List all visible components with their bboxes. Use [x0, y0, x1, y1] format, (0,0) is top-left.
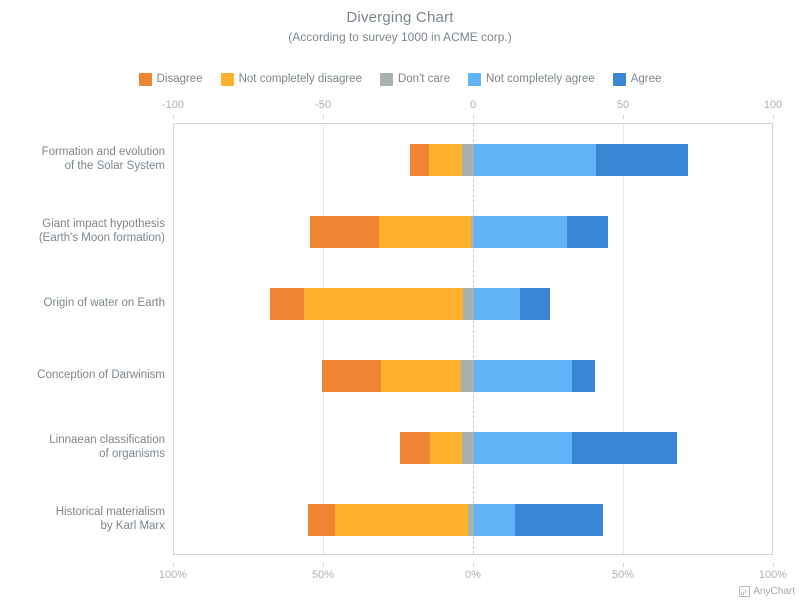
top-axis-tick-label-2: 0: [469, 99, 477, 111]
top-axis-tick-label-1: -50: [315, 99, 331, 111]
chart-legend: Disagree Not completely disagree Don't car…: [0, 73, 800, 86]
top-axis-tick-label-4: 100: [763, 99, 783, 111]
bar-segment[interactable]: [474, 360, 573, 392]
legend-item-label: Not completely disagree: [238, 73, 362, 85]
bottom-axis-tick-mark-3: [623, 563, 624, 567]
legend-swatch-icon: [379, 73, 393, 86]
bar-segment[interactable]: [270, 288, 304, 320]
legend-item-2[interactable]: Don't care: [379, 73, 451, 86]
category-label-line: of the Solar System: [64, 160, 165, 172]
axis-top: -100 -50 0 50 100: [0, 99, 800, 119]
bar-segment[interactable]: [567, 216, 609, 248]
category-label-line: Historical materialism: [55, 506, 165, 518]
legend-swatch-icon: [138, 73, 152, 86]
bar-row-5: [174, 504, 772, 536]
legend-swatch-icon: [468, 73, 482, 86]
bottom-axis-tick-label-1: 50%: [311, 569, 335, 581]
zero-gridline: [473, 124, 475, 554]
category-label-4: Linnaean classification of organisms: [5, 433, 165, 461]
category-label-3: Conception of Darwinism: [5, 368, 165, 382]
bar-segment[interactable]: [515, 504, 603, 536]
category-label-line: Giant impact hypothesis: [42, 218, 165, 230]
bar-chart-icon: [739, 586, 751, 597]
bar-segment[interactable]: [596, 144, 689, 176]
bottom-axis-tick-mark-0: [173, 563, 174, 567]
legend-item-3[interactable]: Not completely agree: [468, 73, 595, 86]
bar-segment[interactable]: [474, 288, 520, 320]
bar-segment[interactable]: [309, 216, 379, 248]
top-axis-tick-mark-1: [323, 115, 324, 119]
bar-row-0: [174, 144, 772, 176]
axis-bottom: 100% 50% 0% 50% 100%: [0, 563, 800, 581]
legend-item-label: Disagree: [156, 73, 203, 85]
bar-segment[interactable]: [474, 216, 567, 248]
bar-segment[interactable]: [474, 504, 516, 536]
bar-segment[interactable]: [410, 144, 429, 176]
legend-item-label: Don't care: [397, 73, 451, 85]
legend-swatch-icon: [612, 73, 626, 86]
category-label-line: Formation and evolution: [41, 146, 165, 158]
category-label-line: Linnaean classification: [49, 434, 165, 446]
bar-segment[interactable]: [308, 504, 336, 536]
bottom-axis-tick-mark-2: [473, 563, 474, 567]
bottom-axis-tick-mark-1: [323, 563, 324, 567]
category-label-0: Formation and evolution of the Solar Syst…: [5, 145, 165, 173]
bar-segment[interactable]: [303, 288, 474, 320]
gridline-1: [323, 124, 324, 554]
anychart-watermark[interactable]: AnyChart: [739, 586, 795, 597]
category-label-line: of organisms: [99, 448, 165, 460]
bottom-axis-tick-mark-4: [773, 563, 774, 567]
bar-row-1: [174, 216, 772, 248]
bar-segment[interactable]: [474, 432, 573, 464]
category-label-5: Historical materialism by Karl Marx: [5, 505, 165, 533]
bar-segment[interactable]: [399, 432, 430, 464]
category-label-line: (Earth's Moon formation): [38, 232, 165, 244]
category-label-line: Conception of Darwinism: [37, 369, 165, 381]
bar-row-4: [174, 432, 772, 464]
bar-segment[interactable]: [572, 360, 596, 392]
watermark-label: AnyChart: [753, 586, 795, 597]
y-axis-title: Theories: [0, 334, 2, 381]
legend-item-label: Agree: [630, 73, 662, 85]
top-axis-tick-mark-2: [473, 115, 474, 119]
bar-segment[interactable]: [474, 144, 597, 176]
legend-swatch-icon: [220, 73, 234, 86]
bar-row-2: [174, 288, 772, 320]
bottom-axis-tick-label-2: 0%: [465, 569, 481, 581]
chart-title: Diverging Chart: [346, 9, 454, 26]
legend-item-1[interactable]: Not completely disagree: [220, 73, 362, 86]
plot-area: [173, 123, 773, 555]
top-axis-tick-label-0: -100: [161, 99, 185, 111]
top-axis-tick-mark-0: [173, 115, 174, 119]
chart-subtitle: (According to survey 1000 in ACME corp.): [288, 30, 512, 44]
legend-item-0[interactable]: Disagree: [138, 73, 203, 86]
bar-segment[interactable]: [572, 432, 678, 464]
category-label-line: Origin of water on Earth: [43, 297, 165, 309]
gridline-3: [623, 124, 624, 554]
category-label-1: Giant impact hypothesis (Earth's Moon for…: [5, 217, 165, 245]
top-axis-tick-mark-4: [773, 115, 774, 119]
top-axis-tick-mark-3: [623, 115, 624, 119]
bar-segment[interactable]: [519, 288, 550, 320]
bar-row-3: [174, 360, 772, 392]
top-axis-tick-label-3: 50: [616, 99, 630, 111]
category-label-line: by Karl Marx: [100, 520, 165, 532]
bottom-axis-tick-label-0: 100%: [158, 569, 188, 581]
bar-segment[interactable]: [321, 360, 381, 392]
legend-item-label: Not completely agree: [486, 73, 595, 85]
bottom-axis-tick-label-4: 100%: [758, 569, 788, 581]
bottom-axis-tick-label-3: 50%: [611, 569, 635, 581]
legend-item-4[interactable]: Agree: [612, 73, 662, 86]
bar-segment[interactable]: [335, 504, 474, 536]
diverging-chart: Diverging Chart (According to survey 100…: [0, 0, 800, 600]
category-label-2: Origin of water on Earth: [5, 296, 165, 310]
bar-segment[interactable]: [378, 216, 474, 248]
